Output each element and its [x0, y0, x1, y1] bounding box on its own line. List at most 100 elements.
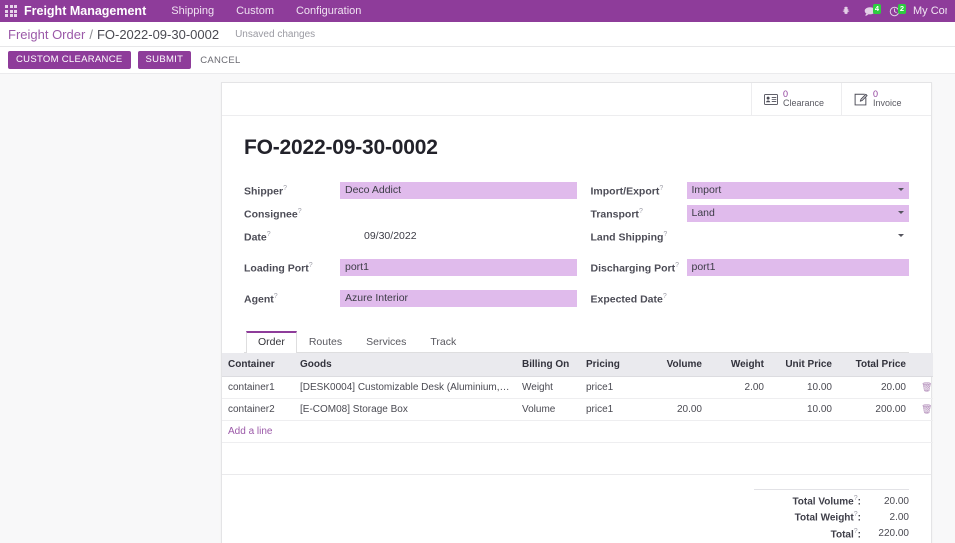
label-transport-text: Transport: [590, 208, 639, 221]
breadcrumb-separator: /: [89, 26, 93, 42]
input-expected-date[interactable]: [686, 290, 909, 307]
label-import-export: Import/Export?: [591, 182, 687, 198]
label-date-text: Date: [244, 231, 267, 244]
label-shipper: Shipper?: [244, 182, 340, 198]
label-agent-text: Agent: [244, 293, 274, 306]
menu-item-custom[interactable]: Custom: [225, 0, 285, 22]
tab-order[interactable]: Order: [246, 331, 297, 353]
required-marker: ?: [273, 293, 278, 300]
input-agent[interactable]: [340, 290, 577, 307]
user-menu[interactable]: My Com: [913, 5, 947, 17]
add-a-line-link[interactable]: Add a line: [228, 426, 272, 437]
invoice-label: Invoice: [873, 98, 902, 108]
input-loading-port[interactable]: [340, 259, 577, 276]
label-expected-date: Expected Date?: [591, 290, 687, 306]
totals-block: Total Volume?: 20.00 Total Weight?: 2.00…: [754, 489, 909, 542]
stat-button-clearance[interactable]: 0 Clearance: [751, 83, 841, 115]
required-marker: ?: [308, 262, 313, 269]
notebook-bottom-spacer: [222, 443, 931, 475]
required-marker: ?: [659, 185, 664, 192]
cell-volume[interactable]: [642, 376, 708, 399]
breadcrumb-root-link[interactable]: Freight Order: [8, 27, 85, 42]
cell-weight[interactable]: 2.00: [708, 376, 770, 399]
label-discharging-port-text: Discharging Port: [590, 262, 676, 275]
stat-button-invoice[interactable]: 0 Invoice: [841, 83, 931, 115]
field-row-discharging-port: Discharging Port?: [591, 259, 909, 278]
menu-item-configuration[interactable]: Configuration: [285, 0, 372, 22]
notebook: Order Routes Services Track: [244, 331, 909, 353]
delete-line-button[interactable]: 🗑: [912, 398, 933, 421]
total-volume-value: 20.00: [883, 495, 909, 507]
cancel-button[interactable]: CANCEL: [198, 52, 242, 69]
cell-weight[interactable]: [708, 398, 770, 421]
cell-container[interactable]: container2: [222, 398, 294, 421]
action-button-bar: CUSTOM CLEARANCE SUBMIT CANCEL: [0, 47, 955, 74]
cell-total-price[interactable]: 20.00: [838, 376, 912, 399]
add-line-row: Add a line: [222, 420, 933, 443]
label-expected-date-text: Expected Date: [590, 293, 663, 306]
input-shipper[interactable]: [340, 182, 577, 199]
label-consignee: Consignee?: [244, 205, 340, 221]
select-import-export[interactable]: [686, 182, 909, 199]
cell-unit-price[interactable]: 10.00: [770, 398, 838, 421]
label-discharging-port: Discharging Port?: [591, 259, 687, 275]
bug-icon[interactable]: [841, 6, 851, 16]
form-column-right: Import/Export? Transport?: [577, 182, 909, 313]
field-row-shipper: Shipper?: [244, 182, 577, 201]
breadcrumb-bar: Freight Order / FO-2022-09-30-0002 Unsav…: [0, 22, 955, 47]
input-date[interactable]: [340, 228, 577, 245]
cell-unit-price[interactable]: 10.00: [770, 376, 838, 399]
required-marker: ?: [853, 511, 858, 519]
col-goods: Goods: [294, 353, 516, 377]
input-consignee[interactable]: [340, 205, 577, 222]
table-row[interactable]: container1 [DESK0004] Customizable Desk …: [222, 376, 933, 399]
tab-services[interactable]: Services: [354, 331, 418, 353]
total-weight-value: 2.00: [889, 511, 909, 523]
delete-line-button[interactable]: 🗑: [912, 376, 933, 399]
trash-icon[interactable]: 🗑: [918, 382, 932, 392]
label-land-shipping-text: Land Shipping: [590, 231, 664, 244]
col-unit-price: Unit Price: [770, 353, 838, 377]
cell-pricing[interactable]: price1: [580, 376, 642, 399]
cell-goods[interactable]: [DESK0004] Customizable Desk (Aluminium,…: [294, 376, 516, 399]
field-row-consignee: Consignee?: [244, 205, 577, 224]
cell-pricing[interactable]: price1: [580, 398, 642, 421]
cell-billing-on[interactable]: Weight: [516, 376, 580, 399]
cell-container[interactable]: container1: [222, 376, 294, 399]
col-weight: Weight: [708, 353, 770, 377]
custom-clearance-button[interactable]: CUSTOM CLEARANCE: [8, 50, 131, 70]
total-row: Total?: 220.00: [754, 526, 909, 542]
cell-volume[interactable]: 20.00: [642, 398, 708, 421]
messages-icon[interactable]: 4: [864, 3, 881, 17]
required-marker: ?: [663, 231, 668, 238]
col-container: Container: [222, 353, 294, 377]
cell-total-price[interactable]: 200.00: [838, 398, 912, 421]
menu-item-shipping[interactable]: Shipping: [160, 0, 225, 22]
total-weight-row: Total Weight?: 2.00: [754, 509, 909, 525]
app-brand-title[interactable]: Freight Management: [24, 4, 146, 18]
apps-grid-icon[interactable]: [0, 0, 22, 22]
content-area: 0 Clearance 0 Invoice FO-2022-09-30-0002…: [0, 74, 955, 543]
cell-billing-on[interactable]: Volume: [516, 398, 580, 421]
cell-goods[interactable]: [E-COM08] Storage Box: [294, 398, 516, 421]
label-agent: Agent?: [244, 290, 340, 306]
tab-routes[interactable]: Routes: [297, 331, 354, 353]
table-row[interactable]: container2 [E-COM08] Storage Box Volume …: [222, 398, 933, 421]
label-import-export-text: Import/Export: [590, 185, 660, 198]
select-transport[interactable]: [686, 205, 909, 222]
select-land-shipping[interactable]: [686, 228, 909, 245]
input-discharging-port[interactable]: [686, 259, 909, 276]
required-marker: ?: [853, 527, 858, 535]
trash-icon[interactable]: 🗑: [918, 404, 932, 414]
breadcrumb-current-record: FO-2022-09-30-0002: [96, 26, 220, 42]
unsaved-changes-indicator: Unsaved changes: [235, 28, 316, 40]
clearance-label: Clearance: [783, 98, 825, 108]
activities-clock-icon[interactable]: 2: [889, 3, 906, 17]
field-row-expected-date: Expected Date?: [591, 290, 909, 309]
required-marker: ?: [297, 208, 302, 215]
tab-track[interactable]: Track: [418, 331, 468, 353]
field-row-date: Date?: [244, 228, 577, 247]
required-marker: ?: [638, 208, 643, 215]
field-row-import-export: Import/Export?: [591, 182, 909, 201]
submit-button[interactable]: SUBMIT: [137, 50, 192, 70]
